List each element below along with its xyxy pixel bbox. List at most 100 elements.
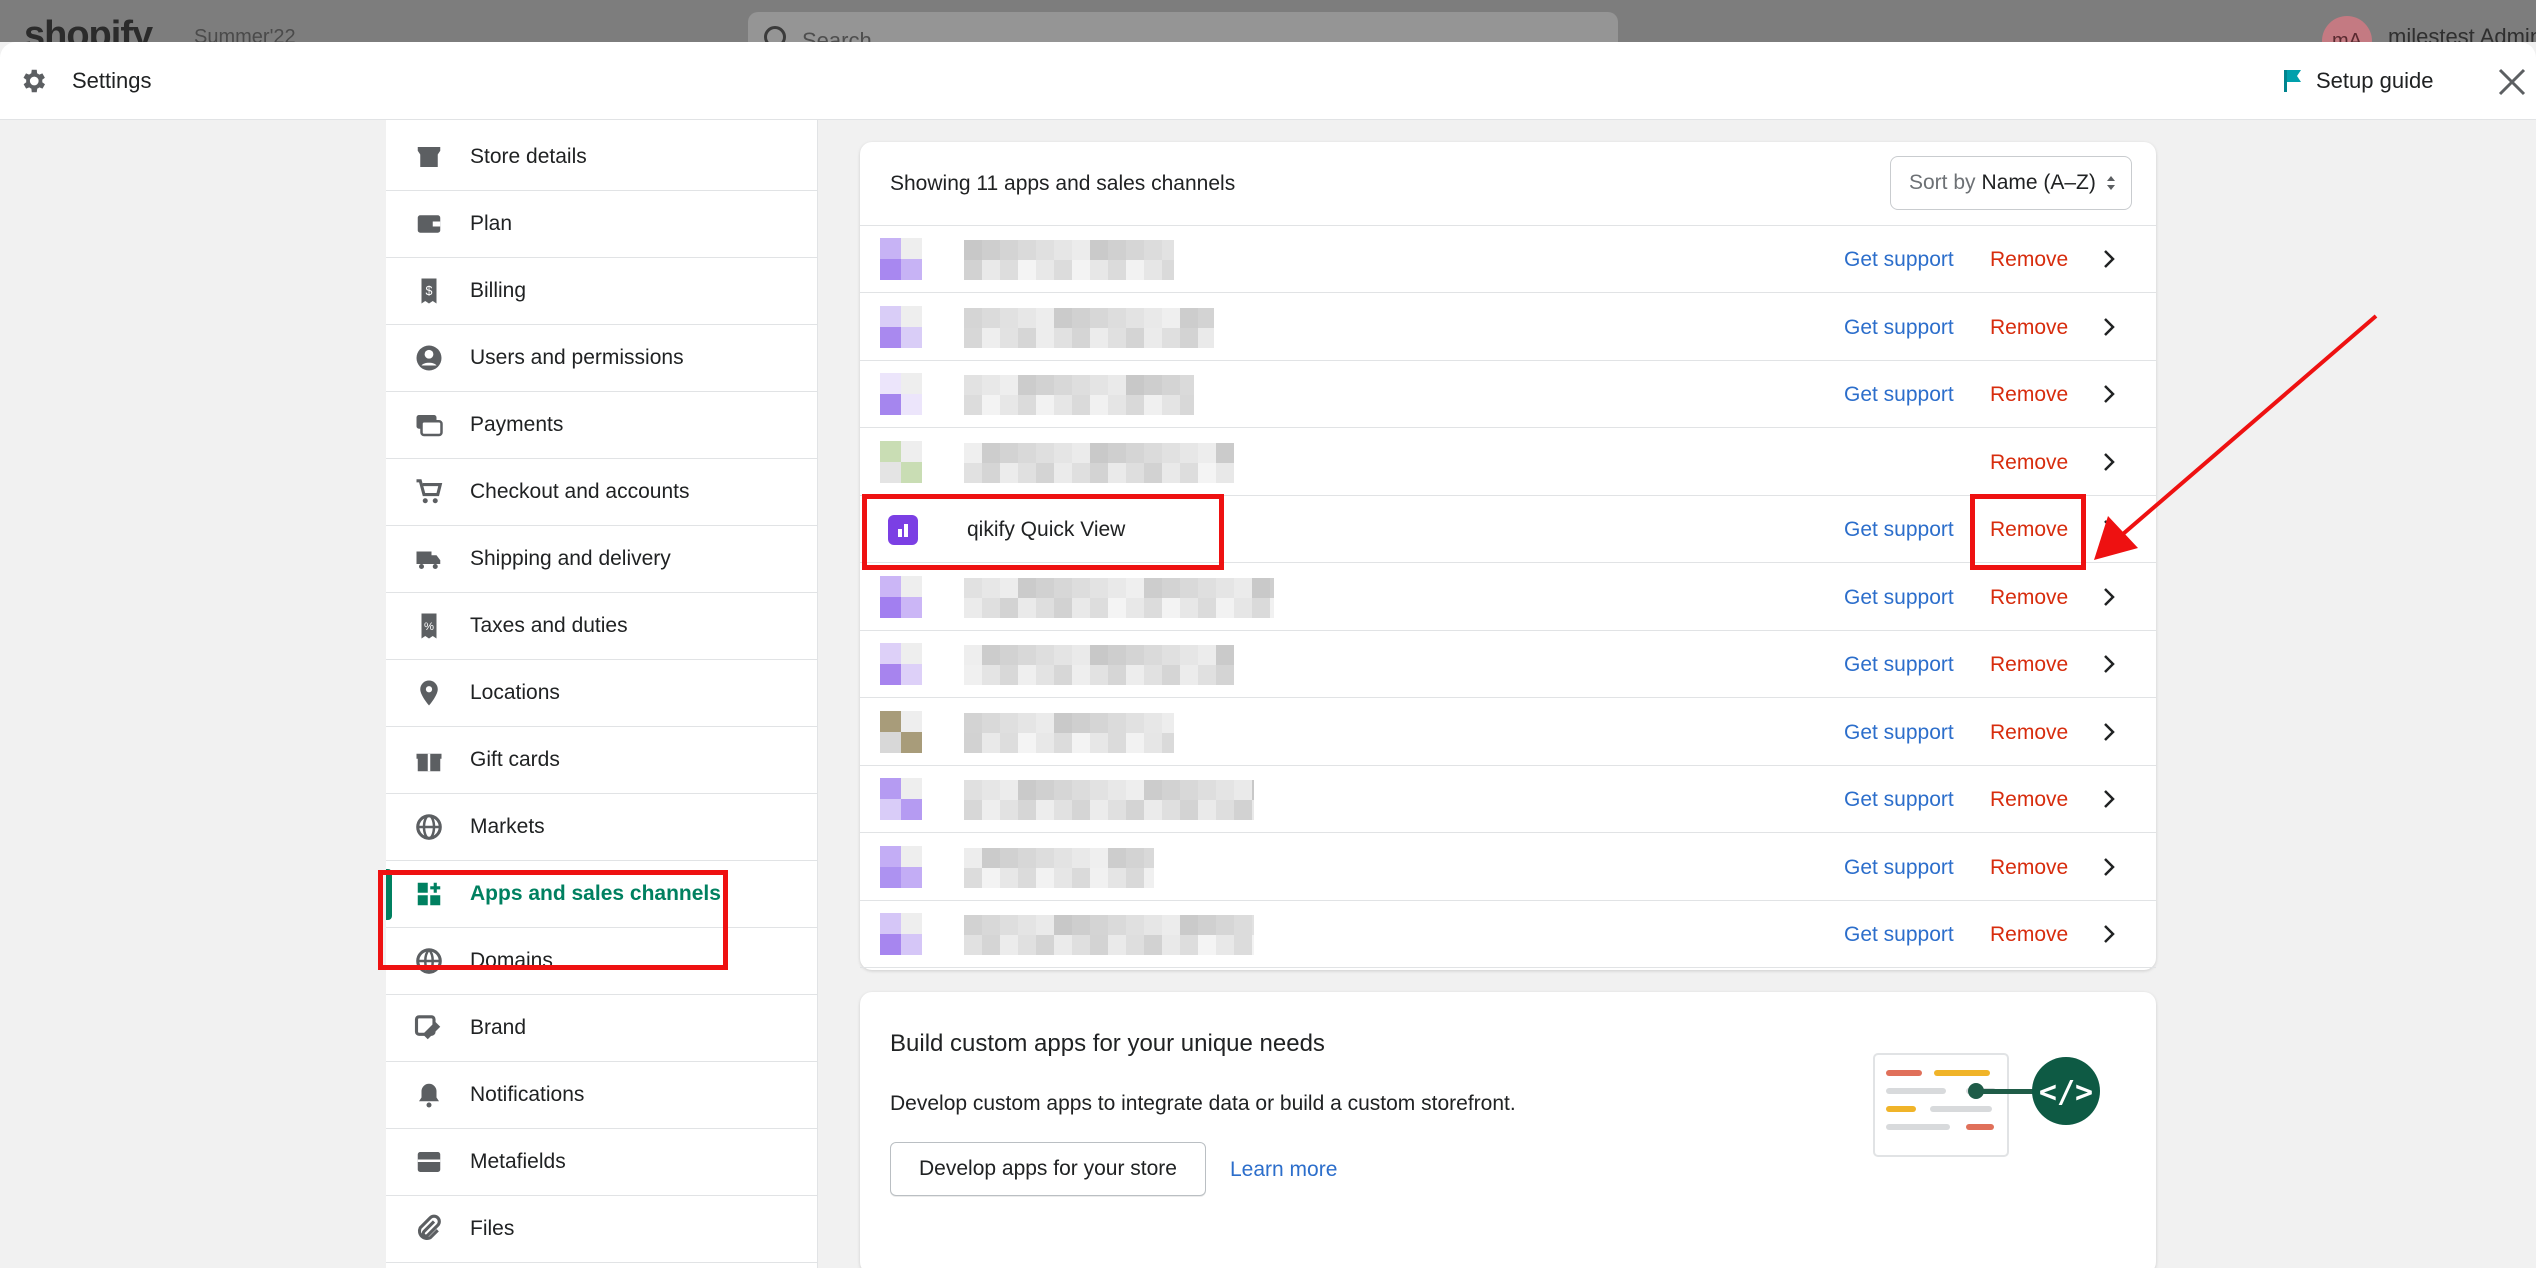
files-icon bbox=[417, 1214, 441, 1241]
sidebar-item-files[interactable]: Files bbox=[386, 1196, 818, 1263]
blurred-app-name bbox=[964, 847, 1154, 888]
table-row[interactable]: Get support Remove bbox=[860, 901, 2156, 968]
chevron-right-icon[interactable] bbox=[2102, 788, 2116, 810]
learn-more-link[interactable]: Learn more bbox=[1230, 1158, 1337, 1182]
sidebar-item-label: Taxes and duties bbox=[470, 614, 628, 637]
close-icon[interactable] bbox=[2496, 66, 2528, 98]
remove-app-button[interactable]: Remove bbox=[1990, 586, 2068, 610]
settings-sidebar: Store details Plan $ Billing Users and permi… bbox=[386, 120, 818, 1268]
sidebar-item-label: Billing bbox=[470, 279, 527, 302]
sidebar-item-markets[interactable]: Markets bbox=[386, 794, 818, 861]
svg-text:$: $ bbox=[426, 284, 433, 298]
remove-app-button[interactable]: Remove bbox=[1990, 721, 2068, 745]
sidebar-item-billing[interactable]: $ Billing bbox=[386, 258, 818, 325]
truck-icon bbox=[416, 551, 441, 569]
get-support-link[interactable]: Get support bbox=[1844, 383, 1954, 407]
get-support-link[interactable]: Get support bbox=[1844, 653, 1954, 677]
user-name[interactable]: milestest Admin bbox=[2388, 24, 2536, 42]
get-support-link[interactable]: Get support bbox=[1844, 923, 1954, 947]
blurred-app-icon bbox=[880, 643, 922, 685]
sidebar-item-locations[interactable]: Locations bbox=[386, 660, 818, 727]
remove-app-button[interactable]: Remove bbox=[1990, 856, 2068, 880]
sidebar-item-users-and-permissions[interactable]: Users and permissions bbox=[386, 325, 818, 392]
table-row[interactable]: Get support Remove bbox=[860, 766, 2156, 833]
blurred-app-name bbox=[964, 375, 1194, 415]
highlight-box-remove bbox=[1970, 494, 2086, 570]
chevron-right-icon[interactable] bbox=[2102, 856, 2116, 878]
sidebar-item-label: Brand bbox=[470, 1016, 527, 1039]
admin-top-bar-backdrop: shopify Summer'22 Search mA milestest Ad… bbox=[0, 0, 2536, 42]
flag-icon bbox=[2284, 70, 2301, 92]
remove-app-button[interactable]: Remove bbox=[1990, 248, 2068, 272]
table-row[interactable]: Get support Remove bbox=[860, 226, 2156, 293]
chevron-right-icon[interactable] bbox=[2102, 721, 2116, 743]
sidebar-item-store-details[interactable]: Store details bbox=[386, 124, 818, 191]
remove-app-button[interactable]: Remove bbox=[1990, 788, 2068, 812]
remove-app-button[interactable]: Remove bbox=[1990, 451, 2068, 475]
sort-select[interactable]: Sort by Name (A–Z) bbox=[1890, 156, 2132, 210]
table-row[interactable]: Get support Remove bbox=[860, 834, 2156, 901]
location-icon bbox=[420, 680, 438, 706]
chevron-right-icon[interactable] bbox=[2102, 248, 2116, 270]
table-row[interactable]: Remove bbox=[860, 429, 2156, 496]
setup-guide-button[interactable]: Setup guide bbox=[2282, 64, 2433, 98]
sidebar-item-label: Markets bbox=[470, 815, 545, 838]
sidebar-item-metafields[interactable]: Metafields bbox=[386, 1129, 818, 1196]
get-support-link[interactable]: Get support bbox=[1844, 316, 1954, 340]
sidebar-item-plan[interactable]: Plan bbox=[386, 191, 818, 258]
remove-app-button[interactable]: Remove bbox=[1990, 316, 2068, 340]
table-row[interactable]: Get support Remove bbox=[860, 699, 2156, 766]
sidebar-item-taxes-and-duties[interactable]: % Taxes and duties bbox=[386, 593, 818, 660]
tax-icon: % bbox=[421, 613, 437, 639]
chevron-right-icon[interactable] bbox=[2102, 653, 2116, 675]
sidebar-item-label: Metafields bbox=[470, 1150, 566, 1173]
sidebar-item-payments[interactable]: Payments bbox=[386, 392, 818, 459]
table-row[interactable]: Get support Remove bbox=[860, 294, 2156, 361]
sidebar-item-label: Notifications bbox=[470, 1083, 585, 1106]
blurred-app-icon bbox=[880, 373, 922, 415]
gear-icon bbox=[23, 69, 46, 93]
sort-value: Name (A–Z) bbox=[1981, 171, 2096, 194]
remove-app-button[interactable]: Remove bbox=[1990, 653, 2068, 677]
sidebar-item-gift-cards[interactable]: Gift cards bbox=[386, 727, 818, 794]
get-support-link[interactable]: Get support bbox=[1844, 721, 1954, 745]
get-support-link[interactable]: Get support bbox=[1844, 586, 1954, 610]
sort-prefix: Sort by bbox=[1909, 171, 1976, 194]
blurred-app-icon bbox=[880, 778, 922, 820]
blurred-app-name bbox=[964, 915, 1254, 955]
get-support-link[interactable]: Get support bbox=[1844, 788, 1954, 812]
sidebar-item-label: Files bbox=[470, 1217, 515, 1240]
highlight-box-app-name bbox=[862, 494, 1224, 570]
sidebar-item-label: Store details bbox=[470, 145, 587, 168]
sidebar-item-label: Users and permissions bbox=[470, 346, 684, 369]
blurred-app-name bbox=[964, 577, 1274, 618]
get-support-link[interactable]: Get support bbox=[1844, 518, 1954, 542]
sidebar-item-label: Plan bbox=[470, 212, 513, 235]
bell-icon bbox=[419, 1083, 439, 1108]
blurred-app-icon bbox=[880, 710, 922, 753]
remove-app-button[interactable]: Remove bbox=[1990, 383, 2068, 407]
remove-app-button[interactable]: Remove bbox=[1990, 923, 2068, 947]
settings-modal: Settings Setup guide Store details Plan $ B… bbox=[0, 42, 2536, 1268]
cart-icon bbox=[416, 479, 443, 504]
sidebar-item-checkout-and-accounts[interactable]: Checkout and accounts bbox=[386, 459, 818, 526]
blurred-app-name bbox=[964, 645, 1234, 685]
table-row[interactable]: Get support Remove bbox=[860, 361, 2156, 428]
table-row[interactable]: Get support Remove bbox=[860, 631, 2156, 698]
chevron-right-icon[interactable] bbox=[2102, 586, 2116, 608]
table-row[interactable]: Get support Remove bbox=[860, 564, 2156, 631]
search-placeholder: Search bbox=[802, 28, 872, 42]
get-support-link[interactable]: Get support bbox=[1844, 248, 1954, 272]
apps-count-text: Showing 11 apps and sales channels bbox=[890, 172, 1236, 195]
develop-apps-button[interactable]: Develop apps for your store bbox=[890, 1142, 1206, 1196]
avatar[interactable]: mA bbox=[2322, 16, 2372, 42]
blurred-app-icon bbox=[880, 238, 922, 280]
brand-icon bbox=[414, 1015, 441, 1040]
global-search-input[interactable]: Search bbox=[748, 12, 1618, 42]
svg-text:%: % bbox=[424, 621, 434, 633]
sidebar-item-brand[interactable]: Brand bbox=[386, 995, 818, 1062]
get-support-link[interactable]: Get support bbox=[1844, 856, 1954, 880]
sidebar-item-shipping-and-delivery[interactable]: Shipping and delivery bbox=[386, 526, 818, 593]
chevron-right-icon[interactable] bbox=[2102, 923, 2116, 945]
sidebar-item-notifications[interactable]: Notifications bbox=[386, 1062, 818, 1129]
